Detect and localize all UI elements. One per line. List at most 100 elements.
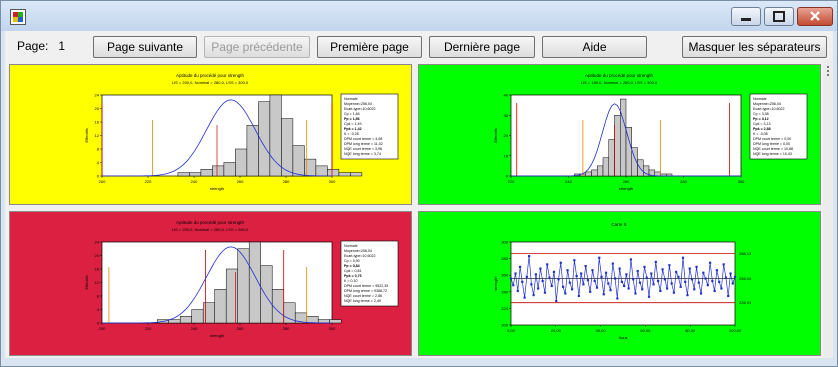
data-point (718, 280, 721, 283)
y-tick-label: 200 (501, 323, 508, 328)
data-point (561, 285, 565, 288)
app-icon[interactable] (10, 9, 26, 25)
minimize-button[interactable] (731, 7, 761, 26)
y-tick-label: 20 (95, 106, 100, 111)
histogram-bar (315, 165, 328, 177)
y-axis-label: Effectifs (493, 128, 498, 142)
data-point (632, 278, 635, 281)
title-bar[interactable] (1, 1, 837, 31)
histogram-bar (338, 172, 351, 177)
vertical-splitter[interactable] (823, 60, 833, 358)
limit-label: 286,13 (739, 251, 752, 256)
data-point (688, 267, 691, 270)
capability-chart-3: Aptitude du procédé pour strength LIS = 2… (84, 220, 399, 338)
histogram-bar (585, 171, 592, 177)
data-point (686, 294, 689, 297)
maximize-button[interactable] (764, 7, 794, 26)
y-tick-label: 260 (501, 273, 508, 278)
data-point (537, 287, 540, 290)
x-tick-label: 40,00 (596, 328, 607, 333)
stats-line: Ecart-type=10,6022 (753, 107, 784, 111)
last-page-button[interactable]: Dernière page (429, 36, 535, 58)
data-point (656, 279, 660, 283)
data-point (623, 284, 626, 288)
histogram-bar (269, 94, 282, 177)
chart-subtitle: LIS = 180,0, Nominal = 260,0, LSS = 300,… (581, 80, 658, 85)
data-point (534, 273, 537, 276)
close-button[interactable] (797, 7, 833, 26)
data-point (695, 265, 698, 268)
pane-top-left[interactable]: Aptitude du procédé pour strength LIS = 2… (9, 64, 412, 205)
x-tick-label: 60,00 (640, 328, 651, 333)
histogram-bar (189, 172, 202, 177)
data-point (709, 261, 712, 264)
x-axis-label: Sous (618, 335, 627, 340)
pane-bottom-left[interactable]: Aptitude du procédé pour strength LIS = 2… (9, 211, 412, 356)
y-tick-label: 40 (504, 93, 509, 98)
stats-line: Cp = 1,84 (344, 112, 360, 116)
pane-bottom-right[interactable]: Carte X 200 220 240 260 280 300 0,00 20,00 40,00 6… (418, 211, 821, 356)
data-point (638, 281, 642, 284)
histogram-bar (327, 169, 340, 177)
x-tick-label: 260 (237, 326, 244, 331)
x-tick-label: 300 (738, 179, 745, 184)
data-point (593, 279, 596, 283)
y-tick-label: 12 (95, 133, 100, 138)
stats-line: Moyenne=256,04 (753, 102, 781, 106)
data-point (591, 269, 594, 272)
y-axis-label: strength (493, 276, 498, 290)
stats-line: Ppk = 1,42 (344, 127, 362, 131)
data-point (620, 280, 623, 283)
data-point (693, 288, 696, 291)
data-point (702, 271, 705, 274)
histogram-bar (602, 157, 609, 177)
stats-line: Pp = 3,12 (753, 117, 769, 121)
data-point (659, 289, 662, 293)
histogram-bar (168, 319, 181, 324)
chart-title: Carte X (611, 222, 626, 227)
help-button[interactable]: Aide (542, 36, 647, 58)
next-page-button[interactable]: Page suivante (93, 36, 197, 58)
x-tick-label: 280 (283, 179, 290, 184)
data-point (598, 256, 601, 259)
histogram-bar (614, 115, 621, 177)
stats-line: Normale (344, 97, 358, 101)
data-point (550, 284, 553, 288)
x-tick-label: 220 (508, 179, 515, 184)
data-point (523, 296, 526, 299)
chart-subtitle: LIS = 200,0, Nominal = 280,0, LSS = 300,… (172, 80, 249, 85)
data-point (668, 264, 671, 267)
stats-line: DPM long terme = 0,00 (753, 142, 790, 146)
data-point (733, 275, 737, 278)
limit-label: 256,04 (739, 276, 752, 281)
data-point (731, 282, 734, 285)
y-tick-label: 240 (501, 289, 508, 294)
data-point (672, 291, 676, 294)
hide-separators-button[interactable]: Masquer les séparateurs (682, 36, 827, 58)
data-point (586, 279, 590, 282)
data-point (722, 263, 725, 266)
data-point (713, 289, 716, 293)
data-point (654, 260, 657, 264)
y-tick-label: 24 (95, 240, 100, 245)
y-tick-label: 8 (97, 294, 100, 299)
x-tick-label: 240 (191, 326, 198, 331)
toolbar: Page: 1 Page suivante Page précédente Pr… (5, 31, 833, 60)
data-point (582, 283, 585, 286)
previous-page-button[interactable]: Page précédente (204, 36, 310, 58)
pane-top-right[interactable]: Aptitude du procédé pour strength LIS = 1… (418, 64, 821, 205)
data-point (509, 277, 513, 280)
y-tick-label: 20 (95, 253, 100, 258)
y-tick-label: 24 (95, 93, 100, 98)
data-point (675, 270, 678, 273)
first-page-button[interactable]: Première page (317, 36, 422, 58)
data-point (729, 272, 732, 275)
chart-subtitle: LIS = 200,0, Nominal = 260,0, LSS = 280,… (172, 227, 249, 232)
close-icon (810, 11, 820, 21)
data-point (570, 288, 574, 291)
x-tick-label: 220 (145, 179, 152, 184)
data-point (607, 282, 610, 285)
y-tick-label: 280 (501, 256, 508, 261)
chart-title: Aptitude du procédé pour strength (585, 73, 654, 78)
data-point (650, 272, 653, 275)
